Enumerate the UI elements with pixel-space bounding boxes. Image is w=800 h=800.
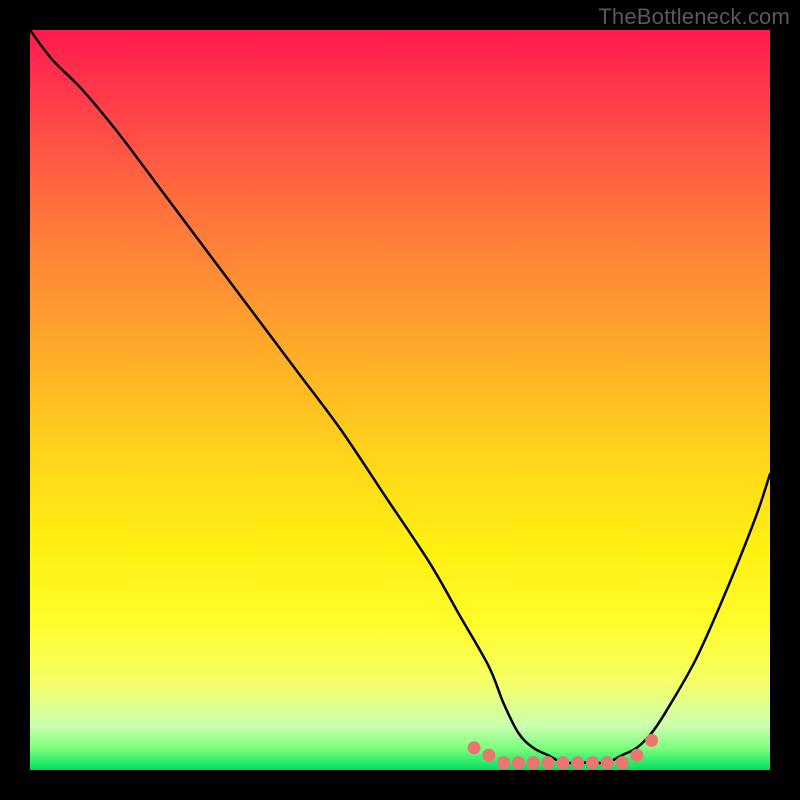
trough-marker	[542, 756, 555, 769]
trough-marker	[482, 749, 495, 762]
trough-marker	[497, 756, 510, 769]
trough-marker	[586, 756, 599, 769]
trough-marker	[616, 756, 629, 769]
gradient-plot-area	[30, 30, 770, 770]
trough-marker	[645, 734, 658, 747]
watermark-text: TheBottleneck.com	[598, 4, 790, 30]
trough-marker	[512, 756, 525, 769]
bottleneck-curve	[30, 30, 770, 763]
trough-marker	[601, 756, 614, 769]
curve-svg	[30, 30, 770, 770]
trough-marker	[556, 756, 569, 769]
trough-marker	[468, 741, 481, 754]
trough-marker	[571, 756, 584, 769]
chart-frame: TheBottleneck.com	[0, 0, 800, 800]
trough-marker	[527, 756, 540, 769]
trough-marker	[630, 749, 643, 762]
